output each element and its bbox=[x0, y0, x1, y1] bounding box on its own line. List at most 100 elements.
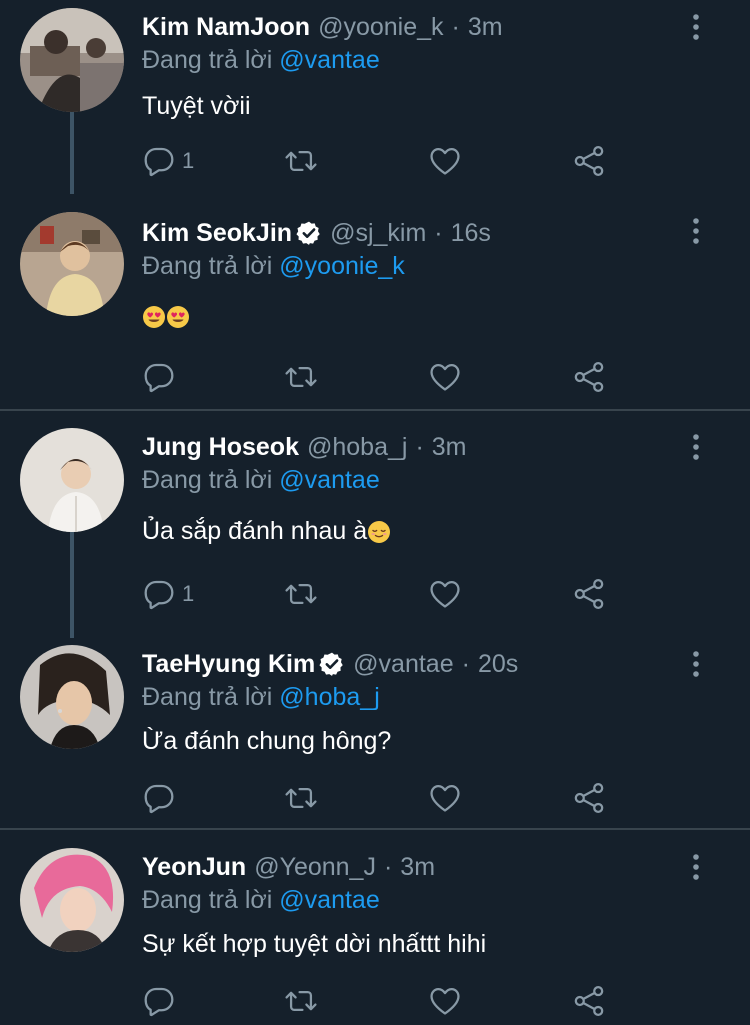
user-handle[interactable]: @vantae bbox=[353, 650, 453, 679]
retweet-icon bbox=[284, 577, 318, 611]
retweet-icon bbox=[284, 781, 318, 815]
replying-to-line: Đang trả lời @vantae bbox=[142, 46, 380, 75]
verified-badge-icon bbox=[296, 220, 322, 246]
tweet-header: YeonJun @Yeonn_J · 3m bbox=[142, 850, 435, 884]
replying-to-line: Đang trả lời @vantae bbox=[142, 466, 380, 495]
like-button[interactable] bbox=[428, 577, 462, 611]
replying-prefix: Đang trả lời bbox=[142, 252, 273, 280]
display-name[interactable]: TaeHyung Kim bbox=[142, 650, 315, 679]
tweet-actions bbox=[0, 982, 750, 1022]
more-icon[interactable] bbox=[686, 432, 706, 462]
share-button[interactable] bbox=[572, 984, 606, 1018]
reply-count: 1 bbox=[182, 148, 195, 173]
more-icon[interactable] bbox=[686, 216, 706, 246]
retweet-icon bbox=[284, 984, 318, 1018]
display-name[interactable]: Kim SeokJin bbox=[142, 219, 292, 248]
display-name[interactable]: YeonJun bbox=[142, 853, 246, 882]
tweet[interactable]: YeonJun @Yeonn_J · 3m Đang trả lời @vant… bbox=[0, 830, 750, 1025]
tweet[interactable]: TaeHyung Kim @vantae · 20s Đang trả lời … bbox=[0, 637, 750, 828]
like-icon bbox=[428, 984, 462, 1018]
replying-to-line: Đang trả lời @hoba_j bbox=[142, 683, 380, 712]
user-handle[interactable]: @sj_kim bbox=[330, 219, 426, 248]
retweet-button[interactable] bbox=[284, 360, 318, 394]
verified-badge-icon bbox=[319, 651, 345, 677]
tweet[interactable]: Jung Hoseok @hoba_j · 3m Đang trả lời @v… bbox=[0, 411, 750, 637]
separator-dot: · bbox=[434, 218, 443, 247]
more-icon[interactable] bbox=[686, 852, 706, 882]
timestamp[interactable]: 16s bbox=[451, 219, 491, 248]
user-handle[interactable]: @Yeonn_J bbox=[254, 853, 376, 882]
like-button[interactable] bbox=[428, 984, 462, 1018]
tweet-actions bbox=[0, 358, 750, 398]
retweet-icon bbox=[284, 144, 318, 178]
tweet-header: Jung Hoseok @hoba_j · 3m bbox=[142, 430, 467, 464]
separator-dot: · bbox=[415, 432, 424, 461]
more-icon[interactable] bbox=[686, 649, 706, 679]
avatar[interactable] bbox=[20, 8, 124, 112]
like-button[interactable] bbox=[428, 144, 462, 178]
avatar[interactable] bbox=[20, 428, 124, 532]
display-name[interactable]: Jung Hoseok bbox=[142, 433, 299, 462]
tweet-text: Sự kết hợp tuyệt dời nhấttt hihi bbox=[142, 930, 487, 958]
user-handle[interactable]: @hoba_j bbox=[307, 433, 407, 462]
heart-eyes-emoji-icon bbox=[166, 305, 190, 329]
reply-icon bbox=[142, 984, 176, 1018]
reply-icon bbox=[142, 144, 176, 178]
tweet-text: Ừa đánh chung hông? bbox=[142, 727, 392, 755]
mention-link[interactable]: @hoba_j bbox=[279, 683, 379, 711]
retweet-button[interactable] bbox=[284, 781, 318, 815]
share-icon bbox=[572, 984, 606, 1018]
tweet-text bbox=[142, 302, 190, 331]
avatar[interactable] bbox=[20, 645, 124, 749]
relieved-face-emoji-icon bbox=[367, 520, 391, 544]
share-icon bbox=[572, 144, 606, 178]
retweet-button[interactable] bbox=[284, 577, 318, 611]
tweet-text-content: Ủa sắp đánh nhau à bbox=[142, 517, 368, 545]
share-icon bbox=[572, 781, 606, 815]
mention-link[interactable]: @vantae bbox=[279, 886, 379, 914]
like-icon bbox=[428, 360, 462, 394]
share-button[interactable] bbox=[572, 360, 606, 394]
timestamp[interactable]: 3m bbox=[432, 433, 467, 462]
more-icon[interactable] bbox=[686, 12, 706, 42]
replying-prefix: Đang trả lời bbox=[142, 466, 273, 494]
retweet-button[interactable] bbox=[284, 984, 318, 1018]
reply-icon bbox=[142, 781, 176, 815]
share-icon bbox=[572, 577, 606, 611]
reply-button[interactable]: 1 bbox=[142, 144, 194, 178]
tweet-actions: 1 bbox=[0, 575, 750, 615]
display-name[interactable]: Kim NamJoon bbox=[142, 13, 310, 42]
tweet-actions bbox=[0, 779, 750, 819]
heart-eyes-emoji-icon bbox=[142, 305, 166, 329]
retweet-button[interactable] bbox=[284, 144, 318, 178]
timestamp[interactable]: 3m bbox=[468, 13, 503, 42]
user-handle[interactable]: @yoonie_k bbox=[318, 13, 443, 42]
replying-to-line: Đang trả lời @vantae bbox=[142, 886, 380, 915]
share-button[interactable] bbox=[572, 781, 606, 815]
separator-dot: · bbox=[451, 12, 460, 41]
reply-button[interactable] bbox=[142, 984, 182, 1018]
tweet-header: TaeHyung Kim @vantae · 20s bbox=[142, 647, 518, 681]
mention-link[interactable]: @vantae bbox=[279, 46, 379, 74]
reply-count: 1 bbox=[182, 581, 195, 606]
mention-link[interactable]: @yoonie_k bbox=[279, 252, 404, 280]
tweet[interactable]: Kim SeokJin @sj_kim · 16s Đang trả lời @… bbox=[0, 210, 750, 410]
like-button[interactable] bbox=[428, 781, 462, 815]
avatar[interactable] bbox=[20, 212, 124, 316]
retweet-icon bbox=[284, 360, 318, 394]
timestamp[interactable]: 3m bbox=[400, 853, 435, 882]
share-button[interactable] bbox=[572, 144, 606, 178]
replying-to-line: Đang trả lời @yoonie_k bbox=[142, 252, 405, 281]
mention-link[interactable]: @vantae bbox=[279, 466, 379, 494]
reply-button[interactable] bbox=[142, 781, 182, 815]
tweet[interactable]: Kim NamJoon @yoonie_k · 3m Đang trả lời … bbox=[0, 0, 750, 210]
timestamp[interactable]: 20s bbox=[478, 650, 518, 679]
replying-prefix: Đang trả lời bbox=[142, 46, 273, 74]
reply-icon bbox=[142, 360, 176, 394]
reply-button[interactable] bbox=[142, 360, 182, 394]
like-button[interactable] bbox=[428, 360, 462, 394]
tweet-text: Tuyệt vờii bbox=[142, 92, 251, 120]
avatar[interactable] bbox=[20, 848, 124, 952]
share-button[interactable] bbox=[572, 577, 606, 611]
reply-button[interactable]: 1 bbox=[142, 577, 194, 611]
